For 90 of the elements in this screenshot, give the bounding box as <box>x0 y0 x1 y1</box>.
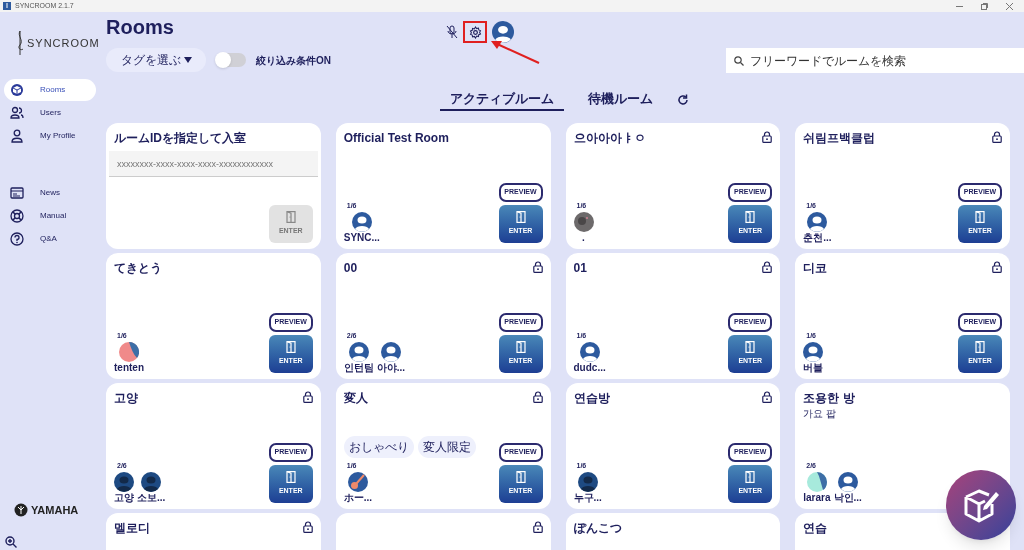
door-icon <box>285 341 296 354</box>
door-icon <box>745 211 756 224</box>
user-avatar <box>807 212 828 232</box>
zoom-in-icon[interactable] <box>5 536 17 548</box>
sidebar-item[interactable]: Rooms <box>4 79 96 101</box>
room-title: 고양 <box>114 391 138 405</box>
user-avatar <box>347 472 368 492</box>
brand-logo: YAMAHA <box>31 503 79 518</box>
member-name: ホー... <box>343 492 373 503</box>
door-icon <box>285 471 296 484</box>
room-title: ルームIDを指定して入室 <box>114 131 246 145</box>
member-name: 아야... <box>376 362 406 373</box>
lifebuoy-icon <box>10 209 24 223</box>
refresh-icon[interactable] <box>676 94 689 106</box>
newspaper-icon <box>10 186 24 200</box>
sidebar-item[interactable]: Users <box>4 102 96 124</box>
tag-select-dropdown[interactable]: タグを選ぶ <box>106 48 206 72</box>
user-avatar <box>803 342 824 362</box>
room-title: 01 <box>573 261 587 275</box>
room-title: 으아아아ㅑㅇ <box>573 131 646 145</box>
member-name: larara <box>803 492 831 503</box>
user-avatar <box>119 342 139 362</box>
room-tag: おしゃべり <box>343 435 414 458</box>
door-icon <box>515 211 526 224</box>
user-avatar[interactable] <box>492 21 514 43</box>
annotation-arrow <box>489 40 541 65</box>
user-avatar <box>348 342 369 362</box>
member-name: 인턴팀 <box>343 362 374 373</box>
cube-icon <box>10 83 24 97</box>
search-field[interactable]: フリーワードでルームを検索 <box>726 48 1024 73</box>
toggle-label: 絞り込み条件ON <box>256 53 331 68</box>
door-icon <box>515 341 526 354</box>
room-title: 조용한 방 <box>803 391 855 405</box>
close-icon[interactable] <box>1006 2 1013 10</box>
room-title: Official Test Room <box>343 131 449 145</box>
door-icon <box>975 341 985 354</box>
user-avatar <box>141 472 162 492</box>
room-title: 変人 <box>343 391 368 405</box>
muted-microphone-icon[interactable] <box>446 25 458 39</box>
sidebar-item[interactable]: Q&A <box>4 228 96 250</box>
room-title: 연습 <box>803 521 828 535</box>
room-title: ぽんこつ <box>573 521 622 535</box>
user-avatar <box>573 212 594 232</box>
sidebar-item[interactable]: News <box>4 182 96 204</box>
caret-icon <box>183 57 192 63</box>
user-avatar <box>577 472 598 492</box>
user-avatar <box>114 472 134 492</box>
room-genre: 가요 팝 <box>803 407 838 421</box>
member-name: 낙인... <box>833 492 862 503</box>
room-title: 연습방 <box>573 391 610 405</box>
question-icon <box>10 232 24 246</box>
tab[interactable]: アクティブルーム <box>439 88 564 112</box>
clef-icon <box>15 30 25 56</box>
users-icon <box>10 106 24 120</box>
member-name: tenten <box>114 362 144 373</box>
search-icon <box>734 55 744 66</box>
room-title: てきとう <box>114 261 162 275</box>
user-avatar <box>837 472 858 492</box>
door-icon <box>515 471 526 484</box>
member-name: SYNC... <box>343 232 380 243</box>
tab[interactable]: 待機ルーム <box>577 88 663 112</box>
room-title: 멜로디 <box>114 521 150 535</box>
page-title: Rooms <box>106 15 175 40</box>
user-avatar <box>806 472 827 492</box>
member-name: 고양 <box>114 492 134 503</box>
door-icon <box>745 341 756 354</box>
settings-icon[interactable] <box>468 25 482 39</box>
door-icon <box>975 211 985 224</box>
room-title: 00 <box>343 261 358 275</box>
member-name: 소보... <box>137 492 166 503</box>
member-name: 춘천... <box>803 232 832 243</box>
door-icon <box>745 471 756 484</box>
app-logo: SYNCROOM <box>27 35 100 51</box>
person-icon <box>10 129 24 143</box>
room-tag: 変人限定 <box>417 435 476 458</box>
filter-toggle[interactable] <box>216 53 246 67</box>
user-avatar <box>351 212 372 232</box>
member-name: . <box>582 232 585 243</box>
sidebar-item[interactable]: My Profile <box>4 125 96 147</box>
sidebar-item[interactable]: Manual <box>4 205 96 227</box>
member-name: 버블 <box>803 362 824 373</box>
maximize-icon[interactable] <box>981 2 988 10</box>
member-name: 누구... <box>573 492 602 503</box>
user-avatar <box>380 342 401 362</box>
member-name: dudc... <box>573 362 606 373</box>
door-icon <box>285 211 296 224</box>
tuning-fork-emblem-icon <box>14 503 28 518</box>
room-title: 쉬림프백클럽 <box>803 131 876 145</box>
user-avatar <box>579 342 600 362</box>
room-title: 디코 <box>803 261 828 275</box>
